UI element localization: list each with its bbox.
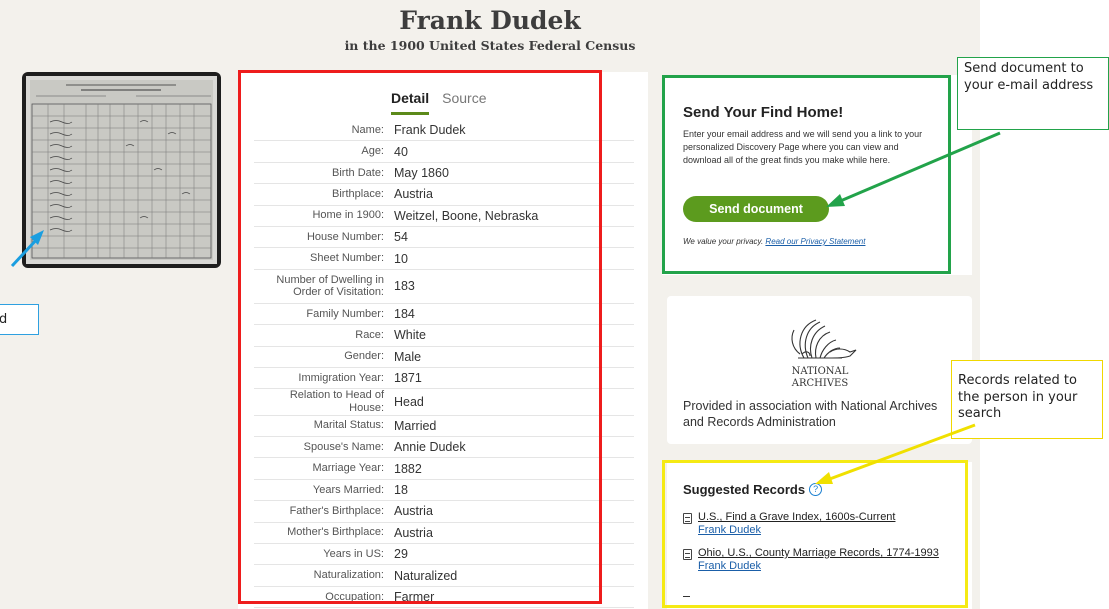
detail-row-value: Farmer xyxy=(394,589,435,604)
detail-row-value: 40 xyxy=(394,144,408,159)
detail-row-label: Years Married: xyxy=(312,483,384,496)
detail-row-label: Family Number: xyxy=(306,307,384,320)
provided-by-text: Provided in association with National Ar… xyxy=(683,399,938,429)
detail-row-label: Birthplace: xyxy=(332,188,384,201)
national-archives-logo: NATIONAL ARCHIVES xyxy=(791,319,857,389)
detail-row: Gender: Male xyxy=(254,347,634,368)
detail-row-value: 18 xyxy=(394,482,408,497)
detail-row: Birth Date: May 1860 xyxy=(254,163,634,185)
suggested-records-callout: Records related to the person in your se… xyxy=(951,360,1103,439)
detail-row-value: Austria xyxy=(394,504,433,519)
detail-tabs: Detail Source xyxy=(391,90,486,115)
send-home-title: Send Your Find Home! xyxy=(683,104,844,121)
detail-row-value: White xyxy=(394,328,426,343)
detail-row-value: Austria xyxy=(394,525,433,540)
detail-row-label: Age: xyxy=(361,145,384,158)
detail-row: Marriage Year: 1882 xyxy=(254,458,634,480)
detail-row-label: Mother's Birthplace: xyxy=(287,526,384,539)
detail-row: Name: Frank Dudek xyxy=(254,120,634,142)
detail-row-label: Marriage Year: xyxy=(312,462,384,475)
detail-row: Mother's Birthplace: Austria xyxy=(254,523,634,544)
detail-row-label: Marital Status: xyxy=(313,419,384,432)
detail-row: Marital Status: Married xyxy=(254,416,634,437)
detail-row-value: Austria xyxy=(394,187,433,202)
detail-row: Birthplace: Austria xyxy=(254,184,634,206)
send-document-button[interactable]: Send document xyxy=(683,196,829,222)
more-records-indicator xyxy=(683,596,690,597)
detail-row-label: Spouse's Name: xyxy=(303,440,384,453)
detail-row-value: Married xyxy=(394,418,437,433)
record-person-link[interactable]: Frank Dudek xyxy=(698,524,895,537)
document-icon xyxy=(683,513,692,524)
detail-row-value: Annie Dudek xyxy=(394,440,466,455)
suggested-record-item[interactable]: Ohio, U.S., County Marriage Records, 177… xyxy=(683,547,953,573)
detail-row: Years Married: 18 xyxy=(254,480,634,502)
detail-row-value: 183 xyxy=(394,279,415,294)
census-image-thumbnail[interactable] xyxy=(22,72,221,268)
detail-row-value: 29 xyxy=(394,547,408,562)
privacy-statement-link[interactable]: Read our Privacy Statement xyxy=(765,237,865,246)
detail-row: Age: 40 xyxy=(254,141,634,163)
detail-row-label: Naturalization: xyxy=(313,569,384,582)
detail-row: Relation to Head of House: Head xyxy=(254,389,634,416)
census-page-image xyxy=(26,76,217,264)
detail-row-value: Male xyxy=(394,349,422,364)
detail-row-label: Birth Date: xyxy=(332,166,384,179)
record-title-link[interactable]: U.S., Find a Grave Index, 1600s-Current xyxy=(698,511,895,524)
send-home-description: Enter your email address and we will sen… xyxy=(683,129,923,165)
detail-row-value: 1871 xyxy=(394,371,422,386)
page-subtitle: in the 1900 United States Federal Census xyxy=(344,38,636,53)
logo-text-national: NATIONAL xyxy=(792,366,849,377)
record-person-link[interactable]: Frank Dudek xyxy=(698,560,939,573)
privacy-note: We value your privacy. Read our Privacy … xyxy=(683,237,865,246)
logo-text-archives: ARCHIVES xyxy=(791,378,849,389)
privacy-text: We value your privacy. xyxy=(683,237,764,246)
detail-row-label: Years in US: xyxy=(323,547,384,560)
detail-row: Number of Dwelling in Order of Visitatio… xyxy=(254,270,634,304)
detail-row: House Number: 54 xyxy=(254,227,634,249)
detail-row-label: Occupation: xyxy=(325,590,384,603)
send-document-callout: Send document to your e-mail address xyxy=(957,57,1109,130)
detail-row: Father's Birthplace: Austria xyxy=(254,501,634,523)
detail-row-value: 1882 xyxy=(394,461,422,476)
detail-row: Years in US: 29 xyxy=(254,544,634,566)
detail-row: Race: White xyxy=(254,325,634,347)
detail-row-label: Home in 1900: xyxy=(312,209,384,222)
suggested-records-heading: Suggested Records ? xyxy=(683,482,823,497)
detail-row: Home in 1900: Weitzel, Boone, Nebraska xyxy=(254,206,634,227)
detail-row-label: Sheet Number: xyxy=(310,252,384,265)
detail-row-value: May 1860 xyxy=(394,165,449,180)
tab-detail[interactable]: Detail xyxy=(391,90,430,115)
detail-row: Immigration Year: 1871 xyxy=(254,368,634,390)
detail-row-value: 184 xyxy=(394,306,415,321)
help-icon[interactable]: ? xyxy=(809,483,823,496)
detail-row: Sheet Number: 10 xyxy=(254,248,634,270)
detail-row-label: House Number: xyxy=(306,230,384,243)
detail-row-value: Head xyxy=(394,394,424,409)
detail-row: Naturalization: Naturalized xyxy=(254,565,634,587)
page-title: Frank Dudek xyxy=(399,6,581,35)
detail-row-value: 54 xyxy=(394,230,408,245)
detail-row-label: Name: xyxy=(351,123,384,136)
detail-row-value: Frank Dudek xyxy=(394,123,466,138)
detail-row: Spouse's Name: Annie Dudek xyxy=(254,437,634,459)
suggested-record-item[interactable]: U.S., Find a Grave Index, 1600s-Current … xyxy=(683,511,953,537)
suggested-records-title: Suggested Records xyxy=(683,482,806,497)
detail-row-value: Naturalized xyxy=(394,568,458,583)
record-title-link[interactable]: Ohio, U.S., County Marriage Records, 177… xyxy=(698,547,939,560)
detail-row: Family Number: 184 xyxy=(254,304,634,326)
tab-source[interactable]: Source xyxy=(442,90,486,115)
detail-rows: Name: Frank Dudek Age: 40 Birth Date: May 186… xyxy=(254,120,634,609)
left-callout-fragment: d xyxy=(0,304,39,335)
detail-row-label: Gender: xyxy=(344,350,384,363)
detail-row-value: 10 xyxy=(394,251,408,266)
detail-row-value: Weitzel, Boone, Nebraska xyxy=(394,208,539,223)
document-icon xyxy=(683,549,692,560)
detail-row-label: Number of Dwelling in Order of Visitatio… xyxy=(276,273,384,299)
detail-row: Occupation: Farmer xyxy=(254,587,634,609)
detail-row-label: Immigration Year: xyxy=(298,371,384,384)
detail-row-label: Race: xyxy=(355,329,384,341)
detail-row-label: Father's Birthplace: xyxy=(289,505,384,518)
detail-row-label: Relation to Head of House: xyxy=(289,389,384,414)
